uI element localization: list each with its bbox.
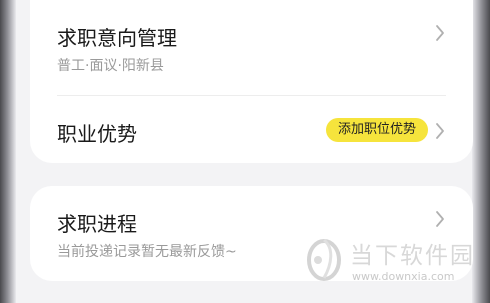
chevron-right-icon[interactable] [434, 24, 446, 42]
site-watermark: 当下软件园 www.downxia.com [300, 232, 480, 294]
job-progress-title: 求职进程 [57, 212, 137, 236]
chevron-right-icon[interactable] [434, 122, 446, 140]
job-intention-summary: 普工·面议·阳新县 [57, 58, 164, 74]
career-advantage-title: 职业优势 [57, 122, 137, 146]
watermark-url: www.downxia.com [352, 270, 455, 283]
job-progress-status: 当前投递记录暂无最新反馈~ [57, 244, 237, 260]
job-intention-title: 求职意向管理 [57, 26, 177, 50]
chevron-right-icon[interactable] [434, 210, 446, 228]
job-intention-row[interactable]: 求职意向管理 普工·面议·阳新县 [30, 0, 473, 95]
profile-settings-card: 求职意向管理 普工·面议·阳新县 职业优势 添加职位优势 [30, 0, 473, 163]
screen-edge-left [0, 0, 16, 303]
watermark-name: 当下软件园 [350, 243, 475, 269]
add-advantage-badge[interactable]: 添加职位优势 [325, 118, 428, 142]
downxia-logo-icon [307, 238, 341, 281]
career-advantage-row[interactable]: 职业优势 添加职位优势 [30, 96, 473, 163]
